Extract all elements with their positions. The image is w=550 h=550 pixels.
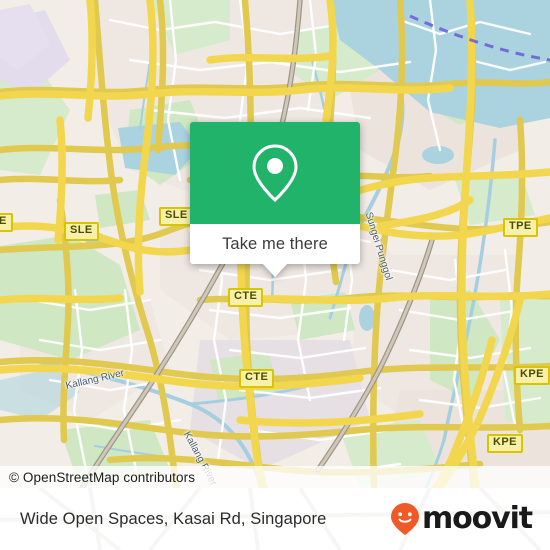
road-shield: SLE (159, 207, 194, 226)
map-canvas[interactable]: .w{fill:#aad3df} .pk{fill:#cfe7c3} .pk2{… (0, 0, 550, 488)
moovit-wordmark: moovit (421, 501, 533, 536)
map-pin-icon (252, 144, 298, 203)
popup-footer[interactable]: Take me there (190, 224, 360, 277)
road-shield: SLE (64, 222, 99, 241)
take-me-there-button[interactable]: Take me there (222, 235, 328, 254)
location-popup-card[interactable]: Take me there (190, 122, 360, 277)
popup-image-area (190, 122, 360, 224)
road-shield: CTE (228, 288, 264, 307)
moovit-logo[interactable]: moovit (390, 501, 533, 536)
footer-bar: Wide Open Spaces, Kasai Rd, Singapore mo… (0, 488, 550, 550)
road-shield: KPE (487, 434, 523, 453)
road-shield: E (0, 213, 13, 232)
moovit-pin-icon (390, 503, 419, 535)
popup-pointer-tail (262, 263, 288, 277)
road-shield: KPE (514, 366, 550, 385)
place-title: Wide Open Spaces, Kasai Rd, Singapore (20, 509, 327, 528)
road-shield: CTE (239, 369, 275, 388)
moovit-map-share-card: .w{fill:#aad3df} .pk{fill:#cfe7c3} .pk2{… (0, 0, 550, 550)
road-shield: TPE (503, 218, 538, 237)
osm-attribution-text: © OpenStreetMap contributors (9, 469, 196, 485)
osm-attribution[interactable]: © OpenStreetMap contributors (0, 466, 550, 488)
